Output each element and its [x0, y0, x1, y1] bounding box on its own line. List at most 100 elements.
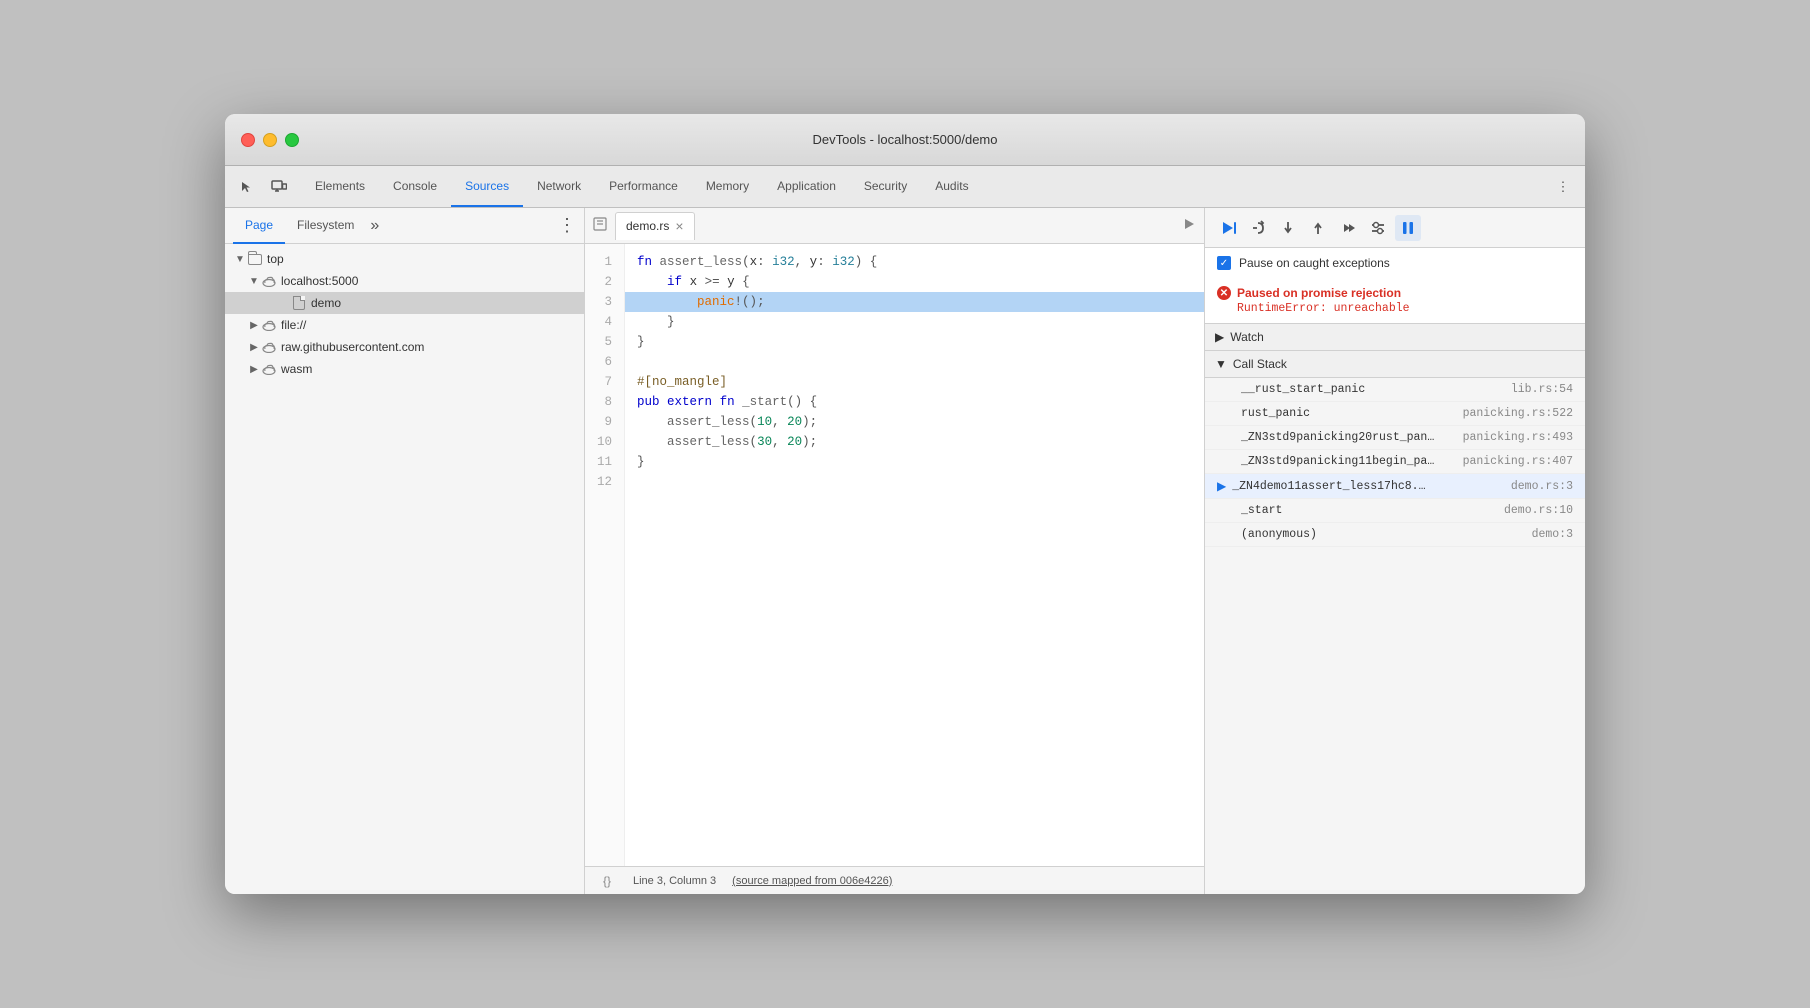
- tree-raw[interactable]: ▶ raw.githubusercontent.com: [225, 336, 584, 358]
- folder-icon-top: [247, 251, 263, 267]
- tab-elements[interactable]: Elements: [301, 166, 379, 207]
- deactivate-button[interactable]: [1365, 215, 1391, 241]
- call-func-name: _start: [1241, 504, 1282, 517]
- editor-run-icon[interactable]: [1182, 217, 1196, 234]
- call-item-left: _ZN3std9panicking20rust_pani...: [1217, 431, 1441, 444]
- tree-arrow-raw: ▶: [247, 340, 261, 354]
- code-line-3: panic!();: [625, 292, 1204, 312]
- code-line-7: #[no_mangle]: [625, 372, 1204, 392]
- step-continue-button[interactable]: [1335, 215, 1361, 241]
- paused-title: ✕ Paused on promise rejection: [1217, 286, 1573, 300]
- file-panel-tabs: Page Filesystem » ⋮: [225, 208, 584, 244]
- tree-arrow-file: ▶: [247, 318, 261, 332]
- editor-tabs: demo.rs ×: [585, 208, 1204, 244]
- call-item[interactable]: (anonymous) demo:3: [1205, 523, 1585, 547]
- code-line-8: pub extern fn _start() {: [625, 392, 1204, 412]
- tab-performance[interactable]: Performance: [595, 166, 692, 207]
- pause-button[interactable]: [1395, 215, 1421, 241]
- file-panel: Page Filesystem » ⋮ ▼ top: [225, 208, 585, 894]
- step-into-button[interactable]: [1275, 215, 1301, 241]
- code-line-9: assert_less(10, 20);: [625, 412, 1204, 432]
- watch-arrow-icon: ▶: [1215, 330, 1224, 344]
- call-item[interactable]: ▶ _ZN4demo11assert_less17hc8... demo.rs:…: [1205, 474, 1585, 499]
- source-mapped: (source mapped from 006e4226): [732, 875, 892, 887]
- callstack-list: __rust_start_panic lib.rs:54 rust_panic …: [1205, 378, 1585, 894]
- code-area: 1 2 3 4 5 6 7 8 9 10 11 12 fn assert_les…: [585, 244, 1204, 866]
- call-func-name: __rust_start_panic: [1241, 383, 1365, 396]
- call-item[interactable]: _start demo.rs:10: [1205, 499, 1585, 523]
- code-line-5: }: [625, 332, 1204, 352]
- debug-panel: ✓ Pause on caught exceptions ✕ Paused on…: [1205, 208, 1585, 894]
- tab-memory[interactable]: Memory: [692, 166, 763, 207]
- step-out-button[interactable]: [1305, 215, 1331, 241]
- call-func-name: _ZN3std9panicking11begin_pa...: [1241, 455, 1441, 468]
- code-line-6: [625, 352, 1204, 372]
- call-item[interactable]: rust_panic panicking.rs:522: [1205, 402, 1585, 426]
- call-item-left: _start: [1217, 504, 1282, 517]
- editor-file-tab-demo[interactable]: demo.rs ×: [615, 212, 695, 240]
- tree-arrow-localhost: ▼: [247, 274, 261, 288]
- tree-top[interactable]: ▼ top: [225, 248, 584, 270]
- tree-demo[interactable]: ▶ demo: [225, 292, 584, 314]
- cursor-icon[interactable]: [233, 173, 261, 201]
- tab-network[interactable]: Network: [523, 166, 595, 207]
- tree-file[interactable]: ▶ file://: [225, 314, 584, 336]
- watch-section: ▶ Watch: [1205, 324, 1585, 351]
- tab-page[interactable]: Page: [233, 208, 285, 244]
- resume-button[interactable]: [1215, 215, 1241, 241]
- pause-exceptions-row[interactable]: ✓ Pause on caught exceptions: [1205, 248, 1585, 278]
- format-icon[interactable]: {}: [597, 871, 617, 891]
- main-tabs: Elements Console Sources Network Perform…: [301, 166, 1549, 207]
- editor-nav-left-icon[interactable]: [593, 217, 607, 234]
- cloud-icon-raw: [261, 339, 277, 355]
- close-button[interactable]: [241, 133, 255, 147]
- cloud-icon-wasm: [261, 361, 277, 377]
- step-over-button[interactable]: [1245, 215, 1271, 241]
- more-tabs-icon[interactable]: ⋮: [1549, 173, 1577, 201]
- tab-sources[interactable]: Sources: [451, 166, 523, 207]
- code-lines: fn assert_less(x: i32, y: i32) { if x >=…: [625, 244, 1204, 866]
- call-func-name: (anonymous): [1241, 528, 1317, 541]
- tab-bar: Elements Console Sources Network Perform…: [225, 166, 1585, 208]
- call-file-ref: demo.rs:3: [1511, 480, 1573, 493]
- paused-error-box: ✕ Paused on promise rejection RuntimeErr…: [1205, 278, 1585, 323]
- pause-exceptions-section: ✓ Pause on caught exceptions ✕ Paused on…: [1205, 248, 1585, 324]
- error-detail: RuntimeError: unreachable: [1217, 302, 1573, 315]
- call-item-left: (anonymous): [1217, 528, 1317, 541]
- call-file-ref: panicking.rs:493: [1463, 431, 1573, 444]
- minimize-button[interactable]: [263, 133, 277, 147]
- tab-application[interactable]: Application: [763, 166, 850, 207]
- error-icon: ✕: [1217, 286, 1231, 300]
- call-item-left: ▶ _ZN4demo11assert_less17hc8...: [1217, 479, 1432, 493]
- editor-tab-close-icon[interactable]: ×: [675, 218, 683, 234]
- call-func-name: rust_panic: [1241, 407, 1310, 420]
- tree-arrow-wasm: ▶: [247, 362, 261, 376]
- call-item[interactable]: _ZN3std9panicking11begin_pa... panicking…: [1205, 450, 1585, 474]
- watch-header[interactable]: ▶ Watch: [1205, 324, 1585, 350]
- tab-audits[interactable]: Audits: [921, 166, 982, 207]
- cloud-icon-localhost: [261, 273, 277, 289]
- call-item[interactable]: __rust_start_panic lib.rs:54: [1205, 378, 1585, 402]
- debug-toolbar: [1205, 208, 1585, 248]
- callstack-arrow-icon: ▼: [1215, 357, 1227, 371]
- tab-console[interactable]: Console: [379, 166, 451, 207]
- code-line-1: fn assert_less(x: i32, y: i32) {: [625, 252, 1204, 272]
- maximize-button[interactable]: [285, 133, 299, 147]
- main-content: Page Filesystem » ⋮ ▼ top: [225, 208, 1585, 894]
- tree-wasm[interactable]: ▶ wasm: [225, 358, 584, 380]
- tab-filesystem[interactable]: Filesystem: [285, 208, 366, 244]
- responsive-icon[interactable]: [265, 173, 293, 201]
- tab-security[interactable]: Security: [850, 166, 921, 207]
- editor-panel: demo.rs × 1 2 3 4 5 6 7: [585, 208, 1205, 894]
- code-line-11: }: [625, 452, 1204, 472]
- pause-exceptions-checkbox[interactable]: ✓: [1217, 256, 1231, 270]
- callstack-header[interactable]: ▼ Call Stack: [1205, 351, 1585, 378]
- file-icon-demo: [291, 295, 307, 311]
- call-item-left: _ZN3std9panicking11begin_pa...: [1217, 455, 1441, 468]
- more-panels-icon[interactable]: »: [370, 217, 379, 235]
- tree-localhost[interactable]: ▼ localhost:5000: [225, 270, 584, 292]
- tree-arrow-top: ▼: [233, 252, 247, 266]
- panel-options-icon[interactable]: ⋮: [558, 215, 576, 236]
- call-item[interactable]: _ZN3std9panicking20rust_pani... panickin…: [1205, 426, 1585, 450]
- call-func-name: _ZN4demo11assert_less17hc8...: [1232, 480, 1432, 493]
